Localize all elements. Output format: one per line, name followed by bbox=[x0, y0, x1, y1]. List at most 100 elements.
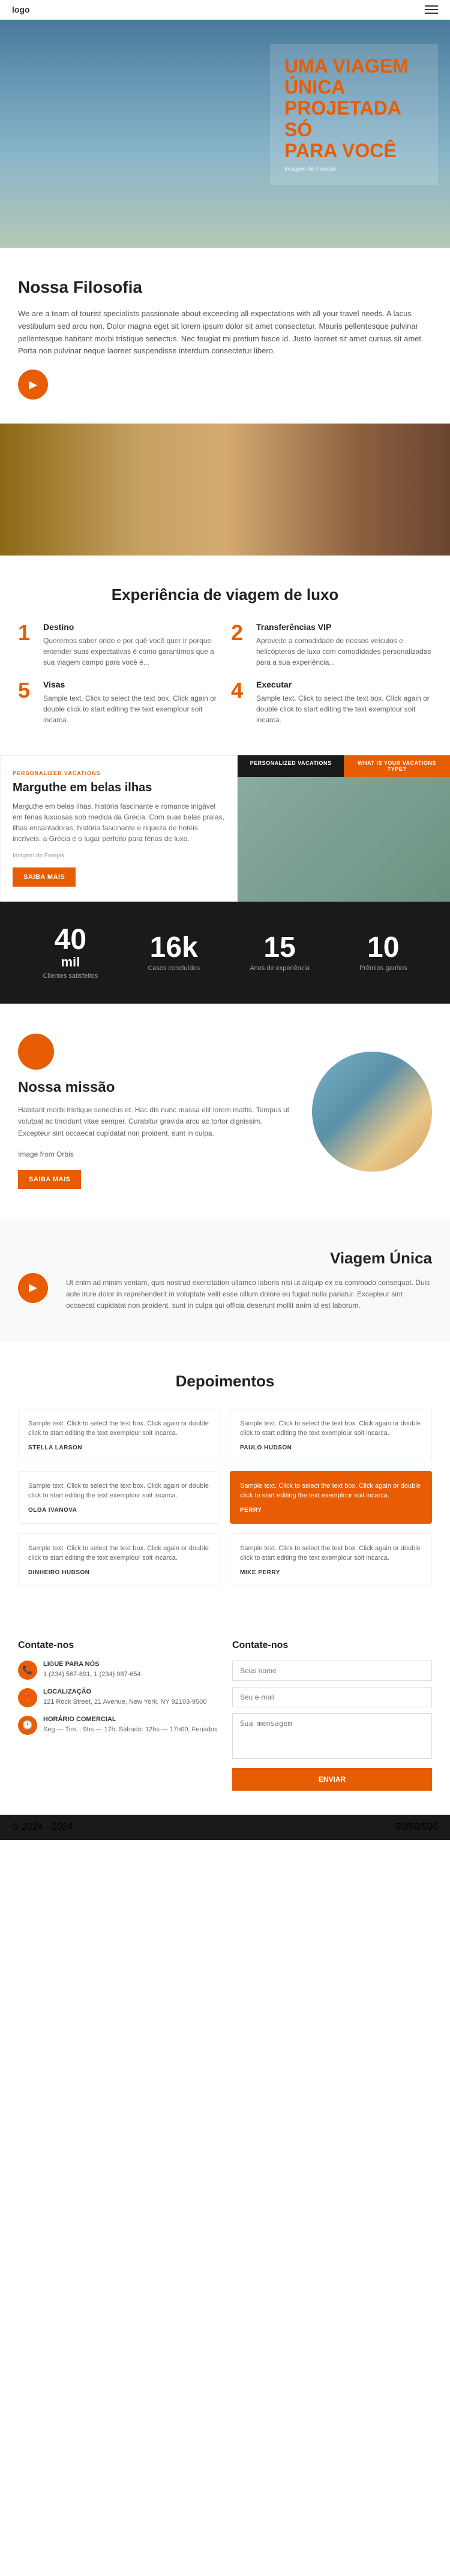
dep-text: Sample text. Click to select the text bo… bbox=[240, 1419, 422, 1439]
viagem-text: Viagem Única Ut enim ad minim veniam, qu… bbox=[66, 1249, 432, 1312]
filosofia-heading: Nossa Filosofia bbox=[18, 278, 432, 297]
exp-text: Sample text. Click to select the text bo… bbox=[256, 693, 432, 725]
personalized-left: PERSONALIZED VACATIONS Marguthe em belas… bbox=[0, 755, 238, 902]
phone-val: 1 (234) 567-891, 1 (234) 987-654 bbox=[43, 1670, 141, 1680]
dep-card: Sample text. Click to select the text bo… bbox=[18, 1409, 220, 1461]
depoimentos-grid: Sample text. Click to select the text bo… bbox=[18, 1409, 432, 1586]
viagem-section: ▶ Viagem Única Ut enim ad minim veniam, … bbox=[0, 1219, 450, 1342]
experiencia-heading: Experiência de viagem de luxo bbox=[18, 586, 432, 604]
missao-circle bbox=[18, 1034, 54, 1070]
phone-label: LIGUE PARA NÓS bbox=[43, 1661, 141, 1668]
contact-location-text: LOCALIZAÇÃO 121 Rock Street, 21 Avenue, … bbox=[43, 1688, 206, 1707]
viagem-circle: ▶ bbox=[18, 1249, 48, 1303]
missao-credit: Image from Orbis bbox=[18, 1149, 294, 1160]
dep-card: Sample text. Click to select the text bo… bbox=[230, 1533, 432, 1586]
contact-info: Contate-nos 📞 LIGUE PARA NÓS 1 (234) 567… bbox=[18, 1640, 218, 1791]
hero-credit: Imagem de Freepik bbox=[284, 166, 424, 173]
missao-content: Nossa missão Habitant morbi tristique se… bbox=[18, 1034, 294, 1189]
personalized-text: Marguthe em belas ilhas, história fascin… bbox=[13, 801, 225, 844]
missao-btn[interactable]: SAIBA MAIS bbox=[18, 1170, 81, 1189]
logo: logo bbox=[12, 5, 30, 14]
dep-card: Sample text. Click to select the text bo… bbox=[230, 1471, 432, 1524]
exp-content: Executar Sample text. Click to select th… bbox=[256, 680, 432, 725]
form-name-input[interactable] bbox=[232, 1661, 432, 1681]
header: logo bbox=[0, 0, 450, 20]
exp-item: 2 Transferências VIP Aproveite a comodid… bbox=[231, 622, 432, 668]
stat-item: 16k Casos concluídos bbox=[148, 933, 200, 972]
clock-icon: 🕐 bbox=[18, 1716, 37, 1735]
phone-icon: 📞 bbox=[18, 1661, 37, 1680]
location-icon: 📍 bbox=[18, 1688, 37, 1707]
team-image-inner bbox=[0, 424, 450, 556]
contact-section: Contate-nos 📞 LIGUE PARA NÓS 1 (234) 567… bbox=[0, 1616, 450, 1815]
exp-text: Queremos saber onde e por quê você quer … bbox=[43, 635, 219, 668]
form-message-input[interactable] bbox=[232, 1713, 432, 1759]
form-submit-button[interactable]: ENVIAR bbox=[232, 1768, 432, 1791]
exp-item: 1 Destino Queremos saber onde e por quê … bbox=[18, 622, 219, 668]
personalized-tag: PERSONALIZED VACATIONS bbox=[13, 770, 225, 776]
hero-overlay: UMA VIAGEM ÚNICA PROJETADA SÓ PARA VOCÊ … bbox=[270, 44, 438, 185]
personalized-image bbox=[238, 776, 450, 902]
dep-name: MIKE PERRY bbox=[240, 1569, 422, 1576]
dep-text: Sample text. Click to select the text bo… bbox=[240, 1544, 422, 1563]
viagem-inner: ▶ Viagem Única Ut enim ad minim veniam, … bbox=[18, 1249, 432, 1312]
contact-location-item: 📍 LOCALIZAÇÃO 121 Rock Street, 21 Avenue… bbox=[18, 1688, 218, 1707]
dep-text: Sample text. Click to select the text bo… bbox=[28, 1481, 210, 1501]
filosofia-play-button[interactable]: ▶ bbox=[18, 370, 48, 400]
stat-suffix: mil bbox=[43, 954, 98, 970]
viagem-play-button[interactable]: ▶ bbox=[18, 1273, 48, 1303]
stat-label: Prêmios ganhos bbox=[359, 965, 407, 972]
dep-name: DINHEIRO HUDSON bbox=[28, 1569, 210, 1576]
hero-section: UMA VIAGEM ÚNICA PROJETADA SÓ PARA VOCÊ … bbox=[0, 20, 450, 248]
contact-form-heading: Contate-nos bbox=[232, 1640, 432, 1651]
stat-label: Clientes satisfeitos bbox=[43, 972, 98, 980]
missao-image-container bbox=[312, 1052, 432, 1172]
play-icon: ▶ bbox=[29, 379, 37, 391]
exp-text: Sample text. Click to select the text bo… bbox=[43, 693, 219, 725]
stats-section: 40 mil Clientes satisfeitos 16k Casos co… bbox=[0, 902, 450, 1004]
experiencia-grid: 1 Destino Queremos saber onde e por quê … bbox=[18, 622, 432, 725]
missao-section: Nossa missão Habitant morbi tristique se… bbox=[0, 1004, 450, 1219]
contact-phone-item: 📞 LIGUE PARA NÓS 1 (234) 567-891, 1 (234… bbox=[18, 1661, 218, 1680]
exp-title: Executar bbox=[256, 680, 432, 689]
missao-text: Habitant morbi tristique senectus et. Ha… bbox=[18, 1104, 294, 1139]
contact-form: Contate-nos ENVIAR bbox=[232, 1640, 432, 1791]
exp-number: 4 bbox=[231, 680, 249, 701]
contact-phone-text: LIGUE PARA NÓS 1 (234) 567-891, 1 (234) … bbox=[43, 1661, 141, 1680]
dep-card: Sample text. Click to select the text bo… bbox=[18, 1533, 220, 1586]
viagem-heading: Viagem Única bbox=[66, 1249, 432, 1268]
exp-title: Destino bbox=[43, 622, 219, 632]
dep-name: PERRY bbox=[240, 1507, 422, 1514]
dep-card: Sample text. Click to select the text bo… bbox=[230, 1409, 432, 1461]
personalized-section: PERSONALIZED VACATIONS Marguthe em belas… bbox=[0, 755, 450, 902]
dep-name: PAULO HUDSON bbox=[240, 1445, 422, 1451]
viagem-paragraph: Ut enim ad minim veniam, quis nostrud ex… bbox=[66, 1277, 432, 1312]
exp-text: Aproveite a comodidade de nossos veículo… bbox=[256, 635, 432, 668]
exp-content: Visas Sample text. Click to select the t… bbox=[43, 680, 219, 725]
contact-hours-text: HORÁRIO COMERCIAL Seg — Tim. : 9hs — 17h… bbox=[43, 1716, 217, 1735]
exp-item: 5 Visas Sample text. Click to select the… bbox=[18, 680, 219, 725]
location-val: 121 Rock Street, 21 Avenue, New York, NY… bbox=[43, 1697, 206, 1707]
form-email-input[interactable] bbox=[232, 1687, 432, 1707]
team-image bbox=[0, 424, 450, 556]
exp-content: Transferências VIP Aproveite a comodidad… bbox=[256, 622, 432, 668]
personalized-right: PERSONALIZED VACATIONS WHAT IS YOUR VACA… bbox=[238, 755, 450, 902]
hours-label: HORÁRIO COMERCIAL bbox=[43, 1716, 217, 1723]
exp-title: Visas bbox=[43, 680, 219, 689]
dep-name: STELLA LARSON bbox=[28, 1445, 210, 1451]
stat-number: 40 bbox=[43, 926, 98, 954]
tab-vacations-type[interactable]: WHAT IS YOUR VACATIONS TYPE? bbox=[344, 755, 450, 777]
stat-number: 10 bbox=[359, 933, 407, 962]
exp-item: 4 Executar Sample text. Click to select … bbox=[231, 680, 432, 725]
personalized-btn[interactable]: SAIBA MAIS bbox=[13, 867, 76, 887]
hamburger-menu[interactable] bbox=[425, 5, 438, 14]
tab-personalized[interactable]: PERSONALIZED VACATIONS bbox=[238, 755, 344, 777]
hero-title: UMA VIAGEM ÚNICA PROJETADA SÓ PARA VOCÊ bbox=[284, 56, 424, 161]
personalized-title: Marguthe em belas ilhas bbox=[13, 781, 225, 795]
personalized-tabs: PERSONALIZED VACATIONS WHAT IS YOUR VACA… bbox=[238, 755, 450, 777]
exp-number: 1 bbox=[18, 622, 36, 644]
dep-text: Sample text. Click to select the text bo… bbox=[28, 1544, 210, 1563]
missao-heading: Nossa missão bbox=[18, 1079, 294, 1096]
footer-left: © 2024 - 2024 bbox=[12, 1822, 73, 1833]
personalized-credit: Imagem de Freepik bbox=[13, 852, 225, 859]
